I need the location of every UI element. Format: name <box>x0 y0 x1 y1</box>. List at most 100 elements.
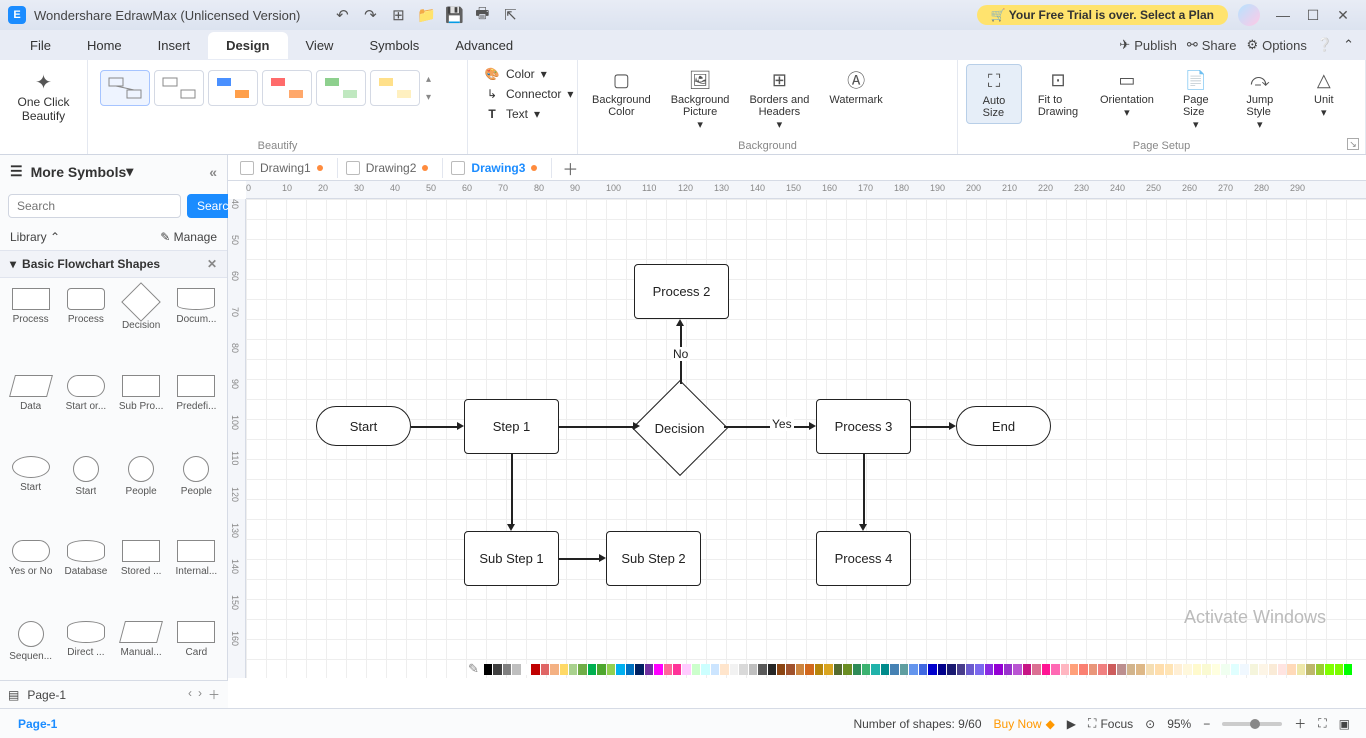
fit-page-icon[interactable]: ⛶ <box>1318 716 1326 731</box>
color-swatch[interactable] <box>1335 664 1343 675</box>
color-swatch[interactable] <box>796 664 804 675</box>
avatar[interactable] <box>1238 4 1260 26</box>
color-swatch[interactable] <box>1212 664 1220 675</box>
menu-advanced[interactable]: Advanced <box>437 32 531 59</box>
more-symbols-dropdown[interactable]: More Symbols <box>31 164 127 180</box>
color-swatch[interactable] <box>1032 664 1040 675</box>
color-swatch[interactable] <box>484 664 492 675</box>
theme-up-icon[interactable]: ▴ <box>426 74 431 85</box>
color-swatch[interactable] <box>569 664 577 675</box>
color-swatch[interactable] <box>843 664 851 675</box>
fit-drawing-button[interactable]: ⊡Fit to Drawing <box>1030 64 1086 122</box>
shape-process[interactable]: Process <box>59 286 112 369</box>
page-size-button[interactable]: 📄Page Size ▾ <box>1168 64 1224 135</box>
canvas[interactable]: Start Step 1 Decision Process 2 Process … <box>246 199 1366 678</box>
orientation-button[interactable]: ▭Orientation ▾ <box>1094 64 1160 123</box>
menu-file[interactable]: File <box>12 32 69 59</box>
menu-insert[interactable]: Insert <box>140 32 209 59</box>
color-swatch[interactable] <box>1155 664 1163 675</box>
one-click-beautify-button[interactable]: ✦ One Click Beautify <box>13 64 73 129</box>
color-swatch[interactable] <box>531 664 539 675</box>
shape-start[interactable]: Start <box>4 454 57 535</box>
color-swatch[interactable] <box>1061 664 1069 675</box>
color-swatch[interactable] <box>597 664 605 675</box>
node-process4[interactable]: Process 4 <box>816 531 911 586</box>
color-swatch[interactable] <box>1287 664 1295 675</box>
color-swatch[interactable] <box>730 664 738 675</box>
color-swatch[interactable] <box>1240 664 1248 675</box>
shape-yes-or-no[interactable]: Yes or No <box>4 538 57 615</box>
menu-symbols[interactable]: Symbols <box>351 32 437 59</box>
color-swatch[interactable] <box>503 664 511 675</box>
color-swatch[interactable] <box>720 664 728 675</box>
shape-start-or-[interactable]: Start or... <box>59 373 112 450</box>
node-step1[interactable]: Step 1 <box>464 399 559 454</box>
color-swatch[interactable] <box>1250 664 1258 675</box>
fullscreen-icon[interactable]: ▣ <box>1339 717 1350 731</box>
color-swatch[interactable] <box>1259 664 1267 675</box>
node-process2[interactable]: Process 2 <box>634 264 729 319</box>
hamburger-icon[interactable]: ☰ <box>10 163 23 180</box>
color-swatch[interactable] <box>1108 664 1116 675</box>
trial-banner[interactable]: 🛒 Your Free Trial is over. Select a Plan <box>977 5 1228 25</box>
shape-internal-[interactable]: Internal... <box>170 538 223 615</box>
color-swatch[interactable] <box>560 664 568 675</box>
color-swatch[interactable] <box>522 664 530 675</box>
node-substep1[interactable]: Sub Step 1 <box>464 531 559 586</box>
add-page-icon[interactable]: ＋ <box>208 686 220 703</box>
color-swatch[interactable] <box>1070 664 1078 675</box>
color-swatch[interactable] <box>815 664 823 675</box>
color-swatch[interactable] <box>881 664 889 675</box>
theme-2[interactable] <box>154 70 204 106</box>
menu-view[interactable]: View <box>288 32 352 59</box>
color-swatch[interactable] <box>1221 664 1229 675</box>
shape-decision[interactable]: Decision <box>115 286 168 369</box>
bg-color-button[interactable]: ▢Background Color <box>586 64 657 122</box>
share-button[interactable]: ⚯ Share <box>1187 37 1237 53</box>
color-swatch[interactable] <box>1042 664 1050 675</box>
color-swatch[interactable] <box>1316 664 1324 675</box>
color-swatch[interactable] <box>1183 664 1191 675</box>
shape-people[interactable]: People <box>170 454 223 535</box>
node-end[interactable]: End <box>956 406 1051 446</box>
prev-page-icon[interactable]: ‹ <box>188 686 192 703</box>
color-swatch[interactable] <box>1306 664 1314 675</box>
search-input[interactable] <box>8 194 181 218</box>
color-swatch[interactable] <box>853 664 861 675</box>
color-swatch[interactable] <box>739 664 747 675</box>
color-swatch[interactable] <box>938 664 946 675</box>
color-swatch[interactable] <box>1127 664 1135 675</box>
shape-sub-pro-[interactable]: Sub Pro... <box>115 373 168 450</box>
color-swatch[interactable] <box>1297 664 1305 675</box>
color-swatch[interactable] <box>1079 664 1087 675</box>
color-swatch[interactable] <box>1193 664 1201 675</box>
color-swatch[interactable] <box>1013 664 1021 675</box>
redo-icon[interactable]: ↷ <box>359 4 381 26</box>
color-swatch[interactable] <box>1004 664 1012 675</box>
status-page[interactable]: Page-1 <box>10 717 65 731</box>
manage-link[interactable]: ✎ Manage <box>160 230 217 244</box>
color-swatch[interactable] <box>1325 664 1333 675</box>
color-swatch[interactable] <box>1136 664 1144 675</box>
color-swatch[interactable] <box>1051 664 1059 675</box>
color-swatch[interactable] <box>985 664 993 675</box>
zoom-out-icon[interactable]: − <box>1203 717 1210 731</box>
color-swatch[interactable] <box>957 664 965 675</box>
panel-close-icon[interactable]: ✕ <box>207 257 217 271</box>
collapse-sidebar-icon[interactable]: « <box>209 164 217 180</box>
color-swatch[interactable] <box>909 664 917 675</box>
color-swatch[interactable] <box>1117 664 1125 675</box>
color-swatch[interactable] <box>890 664 898 675</box>
borders-button[interactable]: ⊞Borders and Headers ▾ <box>743 64 815 135</box>
shape-process[interactable]: Process <box>4 286 57 369</box>
color-swatch[interactable] <box>578 664 586 675</box>
unit-button[interactable]: △Unit ▾ <box>1296 64 1352 123</box>
save-icon[interactable]: 💾 <box>443 4 465 26</box>
color-swatch[interactable] <box>966 664 974 675</box>
color-swatch[interactable] <box>1146 664 1154 675</box>
color-swatch[interactable] <box>768 664 776 675</box>
tab-drawing1[interactable]: Drawing1 <box>232 158 338 178</box>
theme-6[interactable] <box>370 70 420 106</box>
color-swatch[interactable] <box>994 664 1002 675</box>
zoom-in-icon[interactable]: ＋ <box>1294 715 1306 732</box>
